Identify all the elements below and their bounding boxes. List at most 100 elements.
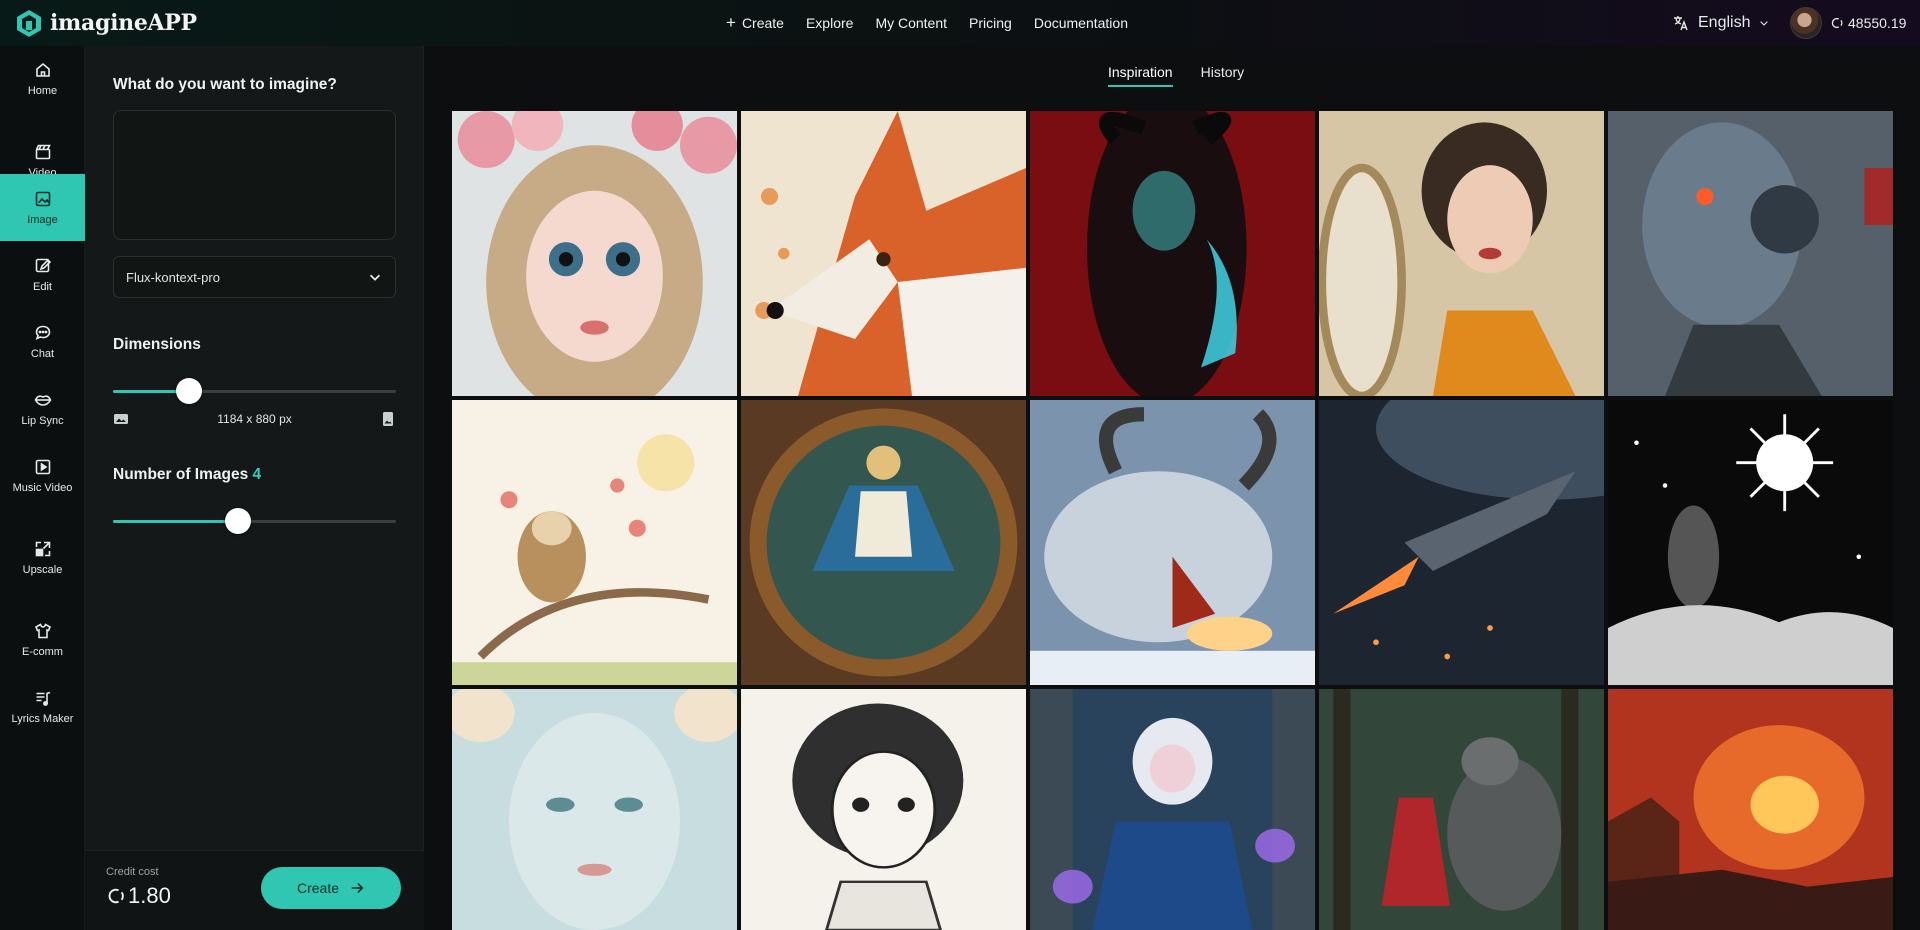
nav-pricing[interactable]: Pricing xyxy=(969,15,1012,31)
yeti-beast-image xyxy=(1030,400,1315,685)
number-of-images-slider[interactable] xyxy=(113,508,396,534)
chevron-down-icon xyxy=(1760,21,1769,26)
prompt-input[interactable] xyxy=(113,110,396,240)
prompt-title: What do you want to imagine? xyxy=(113,76,337,93)
sloth-image xyxy=(452,400,737,685)
nav-create-label: Create xyxy=(741,15,784,31)
gallery-image[interactable] xyxy=(1319,689,1604,930)
plus-icon: + xyxy=(726,13,736,32)
model-select[interactable]: Flux-kontext-pro xyxy=(113,256,396,298)
sidebar-item-label: Home xyxy=(27,85,58,97)
porcelain-face-image xyxy=(452,689,737,930)
number-of-images-slider-thumb[interactable] xyxy=(225,508,251,534)
sidebar-item-lip-sync[interactable]: Lip Sync xyxy=(0,376,85,442)
gallery-image[interactable] xyxy=(1608,111,1893,396)
doll-girl-image xyxy=(452,111,737,396)
nav-create[interactable]: + Create xyxy=(726,13,784,32)
credit-balance: 48550.19 xyxy=(1830,15,1906,31)
sidebar-item-image[interactable]: Image xyxy=(0,174,85,241)
credit-coin-icon xyxy=(1831,17,1843,29)
main-content: Inspiration History xyxy=(424,46,1920,930)
dimensions-slider[interactable] xyxy=(113,378,396,404)
nav-documentation[interactable]: Documentation xyxy=(1034,15,1128,31)
create-button-label: Create xyxy=(296,880,340,896)
image-icon xyxy=(35,191,50,206)
demon-woman-image xyxy=(1030,111,1315,396)
alice-image xyxy=(741,400,1026,685)
number-of-images-text: Number of Images xyxy=(113,466,249,483)
sidebar-item-home[interactable]: Home xyxy=(0,46,85,112)
nav-explore[interactable]: Explore xyxy=(806,15,853,31)
sidebar-item-label: E-comm xyxy=(22,646,63,658)
sunset-canyon-image xyxy=(1608,689,1893,930)
gallery-image[interactable] xyxy=(1030,400,1315,685)
tab-inspiration[interactable]: Inspiration xyxy=(1108,64,1173,87)
chevron-down-icon xyxy=(369,274,381,281)
tab-history[interactable]: History xyxy=(1201,64,1245,87)
edit-icon xyxy=(35,258,51,273)
credit-cost-value: 1.80 xyxy=(128,883,171,908)
gallery-image[interactable] xyxy=(452,111,737,396)
dimensions-slider-thumb[interactable] xyxy=(176,378,202,404)
fox-image xyxy=(741,111,1026,396)
language-selector[interactable]: English xyxy=(1672,0,1770,46)
language-label: English xyxy=(1698,14,1751,31)
number-of-images-slider-fill xyxy=(113,520,238,523)
gallery-tabs: Inspiration History xyxy=(1108,64,1244,87)
arrow-right-icon xyxy=(351,882,364,894)
app-logo[interactable]: imagineAPP xyxy=(14,8,197,38)
credit-balance-value: 48550.19 xyxy=(1848,15,1907,31)
lips-icon xyxy=(34,395,51,406)
shirt-icon xyxy=(34,623,51,639)
sidebar-item-edit[interactable]: Edit xyxy=(0,242,85,308)
gallery-image[interactable] xyxy=(1030,689,1315,930)
gallery-image[interactable] xyxy=(1319,111,1604,396)
sidebar-item-label: Edit xyxy=(33,281,52,293)
upscale-icon xyxy=(35,541,50,557)
app-name: imagineAPP xyxy=(50,10,197,36)
dimensions-row: 1184 x 880 px xyxy=(113,410,396,428)
top-bar: imagineAPP + Create Explore My Content P… xyxy=(0,0,1920,46)
gallery-image[interactable] xyxy=(741,111,1026,396)
sidebar-item-upscale[interactable]: Upscale xyxy=(0,525,85,591)
spaceship-image xyxy=(1319,400,1604,685)
music-video-icon xyxy=(35,459,50,475)
gallery-image[interactable] xyxy=(1319,400,1604,685)
avatar[interactable] xyxy=(1790,7,1822,39)
sidebar-item-chat[interactable]: Chat xyxy=(0,309,85,375)
sidebar-item-label: Music Video xyxy=(12,482,73,494)
lyrics-icon xyxy=(36,691,50,706)
sketch-girl-image xyxy=(741,689,1026,930)
translate-icon xyxy=(1674,16,1688,31)
gallery-image[interactable] xyxy=(1608,689,1893,930)
gallery-image[interactable] xyxy=(1030,111,1315,396)
sidebar-item-music-video[interactable]: Music Video xyxy=(0,443,85,509)
gallery-image[interactable] xyxy=(1608,400,1893,685)
portrait-icon[interactable] xyxy=(380,411,396,427)
home-icon xyxy=(35,62,50,77)
red-riding-hood-image xyxy=(1319,689,1604,930)
sidebar-item-label: Chat xyxy=(30,348,55,360)
nav-my-content[interactable]: My Content xyxy=(875,15,947,31)
sidebar-item-label: Lyrics Maker xyxy=(11,713,74,725)
gallery-image[interactable] xyxy=(741,689,1026,930)
user-menu[interactable]: 48550.19 xyxy=(1790,0,1906,46)
gallery-image[interactable] xyxy=(452,400,737,685)
credit-cost: 1.80 xyxy=(106,883,171,909)
number-of-images-value: 4 xyxy=(252,466,262,483)
robot-woman-image xyxy=(1608,111,1893,396)
dimensions-value: 1184 x 880 px xyxy=(217,412,292,426)
dimensions-label: Dimensions xyxy=(113,336,201,353)
create-bar: Credit cost 1.80 Create xyxy=(85,850,424,930)
landscape-icon[interactable] xyxy=(113,411,129,427)
logo-icon xyxy=(17,10,41,37)
gallery-image[interactable] xyxy=(741,400,1026,685)
create-button[interactable]: Create xyxy=(261,867,401,909)
sidebar-item-lyrics-maker[interactable]: Lyrics Maker xyxy=(0,674,85,740)
gallery-image[interactable] xyxy=(452,689,737,930)
sidebar-item-label: Lip Sync xyxy=(21,415,64,427)
sidebar-item-e-comm[interactable]: E-comm xyxy=(0,607,85,673)
sidebar-item-label: Upscale xyxy=(22,564,63,576)
image-settings-panel: What do you want to imagine? Flux-kontex… xyxy=(85,46,424,930)
credit-coin-icon xyxy=(108,888,124,904)
